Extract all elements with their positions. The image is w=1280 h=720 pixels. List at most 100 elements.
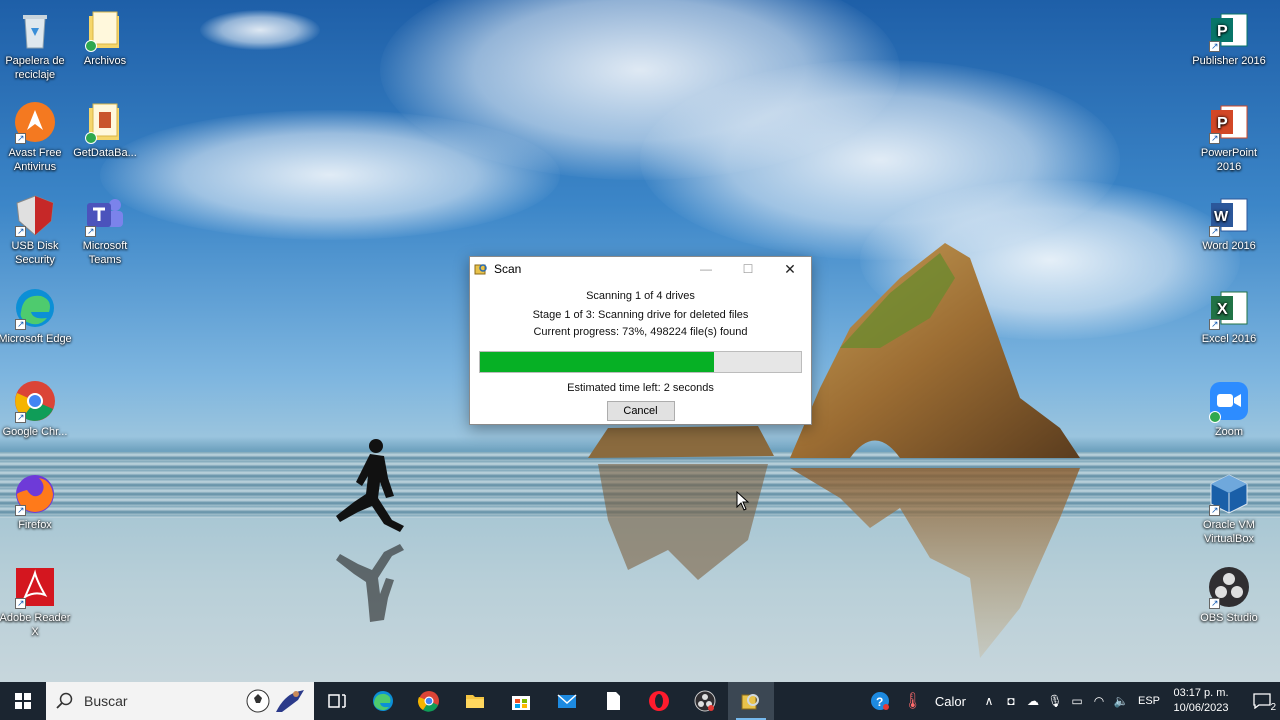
teams-icon	[83, 193, 127, 238]
shortcut-arrow-icon	[15, 410, 26, 424]
scan-progress-text: Current progress: 73%, 498224 file(s) fo…	[533, 326, 748, 338]
taskbar-edge[interactable]	[360, 682, 406, 720]
desktop-icon-label: USB Disk Security	[11, 240, 59, 266]
chrome-icon	[418, 691, 439, 712]
mouse-cursor-icon	[736, 491, 750, 511]
close-button[interactable]: ✕	[769, 257, 811, 281]
estimated-time: Estimated time left: 2 seconds	[567, 382, 714, 394]
shortcut-arrow-icon	[1209, 224, 1220, 238]
desktop-icon-label: Microsoft Edge	[0, 333, 72, 345]
svg-text:?: ?	[876, 695, 883, 709]
desktop-icon-adobe-reader[interactable]: Adobe Reader X	[0, 565, 72, 639]
notification-icon	[1253, 693, 1271, 709]
help-icon[interactable]: ?	[865, 682, 895, 720]
obs-icon	[694, 690, 716, 712]
thermometer-icon: 🌡	[902, 693, 923, 710]
desktop-icon-label: Adobe Reader X	[0, 612, 71, 638]
cloud	[100, 110, 560, 240]
desktop-icon-label: Archivos	[83, 55, 127, 67]
scan-drive-status: Scanning 1 of 4 drives	[586, 290, 695, 302]
adobe-reader-icon	[13, 565, 57, 610]
desktop-icon-label: GetDataBa...	[73, 147, 137, 159]
taskbar-microsoft-store[interactable]	[498, 682, 544, 720]
taskbar-search-box[interactable]: Buscar	[46, 682, 314, 720]
rock-arch	[790, 243, 1080, 658]
powerpoint-icon: P	[1207, 100, 1251, 145]
desktop-icon-label: Google Chr...	[2, 426, 68, 438]
sync-check-icon	[85, 132, 97, 144]
obs-icon	[1207, 565, 1251, 610]
task-view-icon	[328, 694, 346, 708]
folder-icon	[466, 695, 484, 708]
weather-label: Calor	[934, 693, 966, 709]
folder-icon	[83, 100, 127, 144]
desktop-icon-excel[interactable]: X Excel 2016	[1192, 286, 1266, 346]
onedrive-cloud-icon[interactable]: ☁	[1022, 682, 1044, 720]
desktop-icon-word[interactable]: W Word 2016	[1192, 193, 1266, 253]
shortcut-arrow-icon	[1209, 503, 1220, 517]
excel-icon: X	[1207, 286, 1251, 331]
desktop-icon-label: Firefox	[18, 519, 52, 531]
taskbar-scan-app[interactable]	[728, 682, 774, 720]
show-hidden-icons-chevron-up-icon[interactable]: ∧	[978, 682, 1000, 720]
scan-app-icon	[741, 694, 759, 710]
minimize-button[interactable]: —	[685, 257, 727, 281]
opera-icon	[649, 691, 669, 711]
wifi-icon[interactable]: ◠	[1088, 682, 1110, 720]
shortcut-arrow-icon	[1209, 131, 1220, 145]
desktop-icon-avast[interactable]: Avast Free Antivirus	[0, 100, 72, 174]
taskbar-notepad[interactable]	[590, 682, 636, 720]
microphone-icon[interactable]: 🎙	[1044, 682, 1066, 720]
desktop-icon-archivos[interactable]: Archivos	[68, 8, 142, 68]
document-icon	[607, 692, 620, 710]
weather-widget[interactable]: 🌡 Calor	[903, 691, 966, 711]
taskbar: Buscar ? 🌡 Calor ∧ ◘ ☁ 🎙 ▭ ◠ 🔈 ESP 03:17…	[0, 682, 1280, 720]
desktop-icon-obs[interactable]: OBS Studio	[1192, 565, 1266, 625]
desktop-icon-publisher[interactable]: P Publisher 2016	[1192, 8, 1266, 68]
desktop-icon-usb-disk-security[interactable]: USB Disk Security	[0, 193, 72, 267]
word-icon: W	[1207, 193, 1251, 238]
desktop-icon-firefox[interactable]: Firefox	[0, 472, 72, 532]
taskbar-file-explorer[interactable]	[452, 682, 498, 720]
volume-icon[interactable]: 🔈	[1110, 682, 1132, 720]
progress-bar-fill	[480, 352, 715, 372]
windows-logo-icon	[15, 693, 31, 709]
desktop-icon-label: PowerPoint 2016	[1200, 147, 1258, 173]
desktop-icon-edge[interactable]: Microsoft Edge	[0, 286, 72, 346]
svg-text:W: W	[1214, 208, 1229, 225]
store-icon	[512, 696, 530, 710]
maximize-button[interactable]: ☐	[727, 257, 769, 281]
desktop-icon-label: Microsoft Teams	[82, 240, 128, 266]
start-button[interactable]	[0, 682, 46, 720]
taskbar-opera[interactable]	[636, 682, 682, 720]
taskbar-chrome[interactable]	[406, 682, 452, 720]
taskbar-clock[interactable]: 03:17 p. m. 10/06/2023	[1170, 686, 1232, 716]
desktop-icon-powerpoint[interactable]: P PowerPoint 2016	[1192, 100, 1266, 174]
desktop-icon-chrome[interactable]: Google Chr...	[0, 379, 72, 439]
clock-time: 03:17 p. m.	[1173, 687, 1229, 699]
firefox-icon	[13, 472, 57, 517]
webcam-icon[interactable]: ◘	[1000, 682, 1022, 720]
desktop-icon-zoom[interactable]: Zoom	[1192, 379, 1266, 439]
taskbar-task-view[interactable]	[314, 682, 360, 720]
taskbar-obs[interactable]	[682, 682, 728, 720]
dialog-titlebar[interactable]: Scan — ☐ ✕	[470, 257, 811, 281]
shortcut-arrow-icon	[15, 596, 26, 610]
desktop-icon-teams[interactable]: Microsoft Teams	[68, 193, 142, 267]
chrome-icon	[13, 379, 57, 424]
desktop-icon-getdataback[interactable]: GetDataBa...	[68, 100, 142, 160]
desktop-icon-recycle-bin[interactable]: Papelera de reciclaje	[0, 8, 72, 82]
shortcut-arrow-icon	[15, 224, 26, 238]
desktop-icon-label: Excel 2016	[1201, 333, 1257, 345]
taskbar-mail[interactable]	[544, 682, 590, 720]
usb-disk-security-icon	[13, 193, 57, 238]
cancel-button[interactable]: Cancel	[606, 401, 675, 421]
battery-icon[interactable]: ▭	[1066, 682, 1088, 720]
dialog-body: Scanning 1 of 4 drives Stage 1 of 3: Sca…	[470, 281, 811, 421]
language-indicator[interactable]: ESP	[1138, 695, 1160, 707]
desktop-icon-label: Word 2016	[1202, 240, 1256, 252]
scan-stage-status: Stage 1 of 3: Scanning drive for deleted…	[532, 309, 749, 321]
svg-text:X: X	[1217, 301, 1228, 318]
desktop-icon-virtualbox[interactable]: Oracle VM VirtualBox	[1192, 472, 1266, 546]
action-center-button[interactable]: 2	[1244, 682, 1280, 720]
